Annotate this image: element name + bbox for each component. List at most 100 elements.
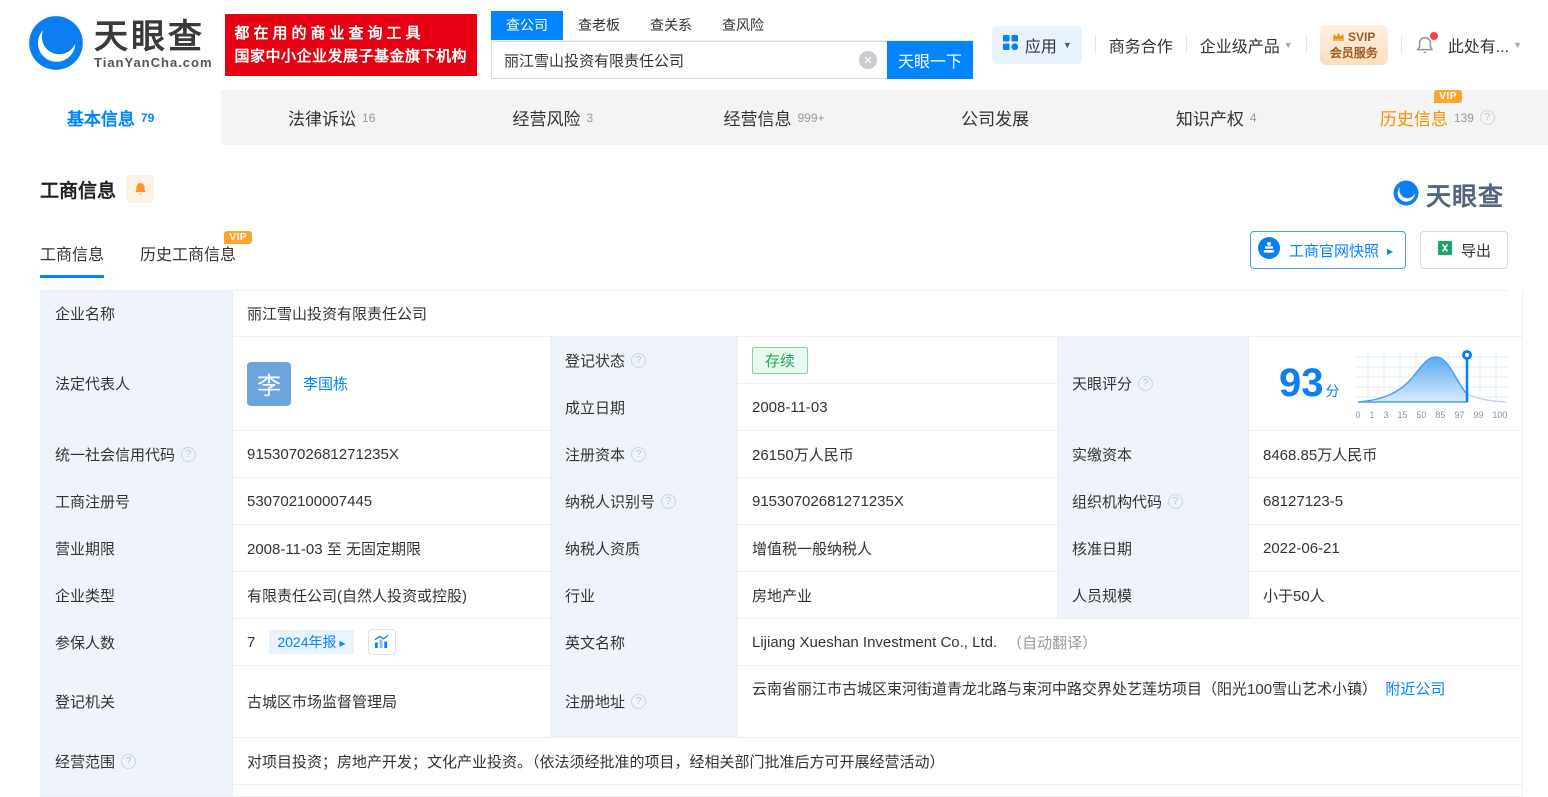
company-tabs: 基本信息 79 法律诉讼 16 经营风险 3 经营信息 999+ 公司发展 知识…: [0, 90, 1548, 145]
legal-rep-link[interactable]: 李国栋: [303, 373, 348, 394]
apps-grid-icon: [1002, 34, 1019, 56]
nav-enterprise[interactable]: 企业级产品: [1200, 33, 1293, 57]
search-button[interactable]: 天眼一下: [887, 41, 974, 79]
chevron-down-icon: [1513, 39, 1522, 51]
search-tab-company[interactable]: 查公司: [491, 11, 564, 40]
field-value-tyc-score[interactable]: 93 分 0 1 3 15 50 85 97 99 100: [1249, 337, 1523, 431]
search-tabs: 查公司 查老板 查关系 查风险: [491, 11, 974, 41]
brand-domain: TianYanCha.com: [94, 55, 213, 71]
tab-label: 法律诉讼: [288, 110, 357, 129]
field-value-approval-date: 2022-06-21: [1249, 525, 1523, 572]
tab-operation-info[interactable]: 经营信息 999+: [663, 90, 884, 145]
monitor-bell-button[interactable]: [126, 175, 155, 203]
chevron-down-icon: [1284, 39, 1293, 51]
export-label: 导出: [1460, 242, 1491, 260]
nearby-companies-link[interactable]: 附近公司: [1385, 681, 1445, 698]
field-label-credit-code: 统一社会信用代码: [41, 431, 233, 478]
field-value-taxpayer-quality: 增值税一般纳税人: [738, 525, 1058, 572]
field-label-tyc-score: 天眼评分: [1058, 337, 1249, 431]
arrow-right-icon: [1387, 242, 1393, 259]
field-label-reg-number: 工商注册号: [41, 478, 233, 525]
top-nav: 应用 商务合作 企业级产品 SVIP 会员服务 此处有...: [991, 24, 1522, 66]
svip-service-label: 会员服务: [1329, 46, 1378, 60]
help-icon[interactable]: [1138, 376, 1154, 391]
vip-badge: VIP: [1434, 90, 1462, 103]
tab-history-info[interactable]: VIP 历史信息 139: [1327, 90, 1548, 145]
tab-legal-litigation[interactable]: 法律诉讼 16: [221, 90, 442, 145]
legal-rep-avatar[interactable]: 李: [247, 361, 291, 406]
help-icon[interactable]: [631, 352, 647, 368]
field-label-approval-date: 核准日期: [1058, 525, 1249, 572]
divider: [1185, 36, 1187, 54]
export-button[interactable]: 导出: [1419, 231, 1508, 269]
tianyancha-logo[interactable]: 天眼查 TianYanCha.com: [28, 15, 213, 76]
search-tab-relation[interactable]: 查关系: [635, 11, 707, 40]
annual-report-badge[interactable]: 2024年报: [269, 630, 354, 654]
field-label-paid-capital: 实缴资本: [1058, 431, 1249, 478]
field-value-company-type: 有限责任公司(自然人投资或控股): [233, 572, 551, 619]
tab-operation-risk[interactable]: 经营风险 3: [442, 90, 663, 145]
help-icon[interactable]: [1479, 110, 1495, 125]
apps-menu-button[interactable]: 应用: [991, 26, 1082, 64]
tab-label: 历史信息: [1379, 110, 1448, 129]
field-value-business-scope: 对项目投资；房地产开发；文化产业投资。（依法须经批准的项目，经相关部门批准后方可…: [233, 738, 1523, 785]
field-value-credit-code: 91530702681271235X: [233, 431, 551, 478]
tianyancha-logo-icon: [1393, 180, 1419, 211]
field-value-paid-capital: 8468.85万人民币: [1249, 431, 1523, 478]
field-label-english-name: 英文名称: [551, 619, 738, 666]
search-tab-boss[interactable]: 查老板: [563, 11, 635, 40]
status-badge[interactable]: 存续: [752, 346, 809, 374]
tab-label: 经营风险: [512, 110, 581, 129]
field-label-business-scope: 经营范围: [41, 738, 233, 785]
divider: [1094, 36, 1096, 54]
nav-cooperation[interactable]: 商务合作: [1109, 33, 1173, 57]
help-icon[interactable]: [1168, 493, 1184, 509]
vip-badge: VIP: [224, 231, 253, 244]
field-label-business-term: 营业期限: [41, 525, 233, 572]
field-value-reg-number: 530702100007445: [233, 478, 551, 525]
notification-bell-button[interactable]: [1415, 31, 1438, 56]
tab-count: 16: [362, 110, 376, 125]
tab-count: 79: [140, 110, 155, 125]
official-snapshot-button[interactable]: 工商官网快照: [1249, 231, 1406, 269]
insured-trend-chart-button[interactable]: [367, 629, 396, 655]
tab-label: 经营信息: [723, 110, 792, 129]
svip-member-button[interactable]: SVIP 会员服务: [1319, 24, 1388, 66]
subtab-business-info[interactable]: 工商信息: [40, 241, 105, 278]
field-label-establish-date: 成立日期: [551, 384, 738, 431]
stamp-icon: [1257, 236, 1281, 264]
help-icon[interactable]: [121, 753, 137, 769]
field-label-insured-count: 参保人数: [41, 619, 233, 666]
search-block: 查公司 查老板 查关系 查风险 天眼一下: [491, 11, 974, 79]
snapshot-label: 工商官网快照: [1288, 242, 1379, 260]
tab-intellectual-property[interactable]: 知识产权 4: [1106, 90, 1327, 145]
user-menu[interactable]: 此处有...: [1448, 33, 1522, 57]
tab-count: 3: [586, 110, 594, 125]
search-input[interactable]: [492, 51, 888, 69]
subtab-history-business-info[interactable]: VIP 历史工商信息: [140, 231, 253, 278]
auto-translate-note: （自动翻译）: [1007, 634, 1098, 652]
tab-company-development[interactable]: 公司发展: [885, 90, 1106, 145]
score-value: 93 分: [1279, 361, 1340, 405]
search-tab-risk[interactable]: 查风险: [707, 11, 779, 40]
watermark-logo: 天眼查: [1393, 177, 1504, 213]
tab-label: 公司发展: [961, 110, 1030, 129]
tab-count: 4: [1249, 110, 1257, 125]
field-label-reg-authority: 登记机关: [41, 666, 233, 738]
field-label-org-code: 组织机构代码: [1058, 478, 1249, 525]
help-icon[interactable]: [631, 446, 647, 462]
field-value-reg-capital: 26150万人民币: [738, 431, 1058, 478]
field-label-company-name: 企业名称: [41, 291, 233, 337]
help-icon[interactable]: [631, 694, 647, 709]
tab-basic-info[interactable]: 基本信息 79: [0, 90, 222, 145]
clear-icon[interactable]: [859, 51, 878, 69]
tianyancha-logo-icon: [28, 15, 84, 76]
field-value-english-name: Lijiang Xueshan Investment Co., Ltd. （自动…: [738, 619, 1523, 666]
username: 此处有...: [1447, 39, 1510, 56]
nav-enterprise-label: 企业级产品: [1199, 39, 1280, 56]
help-icon[interactable]: [661, 493, 677, 509]
divider: [1400, 36, 1402, 54]
field-label-next: [41, 785, 233, 797]
field-value-taxpayer-id: 91530702681271235X: [738, 478, 1058, 525]
help-icon[interactable]: [181, 446, 197, 462]
